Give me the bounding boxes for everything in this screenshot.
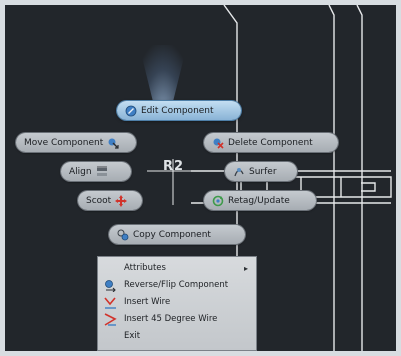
menu-item-label: Insert Wire (124, 297, 171, 307)
menu-item-attributes[interactable]: Attributes ▸ (98, 260, 256, 277)
menu-item-exit[interactable]: Exit (98, 328, 256, 345)
copy-component-button[interactable]: Copy Component (109, 225, 245, 244)
delete-component-label: Delete Component (228, 137, 313, 148)
menu-item-insert-wire[interactable]: Insert Wire (98, 294, 256, 311)
context-menu: Attributes ▸ Reverse/Flip Component Inse… (97, 256, 257, 351)
edit-component-label: Edit Component (141, 105, 214, 116)
retag-update-label: Retag/Update (228, 195, 290, 206)
move-component-icon (107, 137, 119, 149)
surfer-label: Surfer (249, 166, 277, 177)
menu-item-reverse-flip[interactable]: Reverse/Flip Component (98, 277, 256, 294)
align-icon (96, 166, 108, 178)
edit-component-button[interactable]: Edit Component (117, 101, 241, 120)
edit-component-icon (125, 105, 137, 117)
align-button[interactable]: Align (61, 162, 131, 181)
delete-component-icon (212, 137, 224, 149)
delete-component-button[interactable]: Delete Component (204, 133, 338, 152)
window-frame: R2 Edit Component Move Component Delete … (0, 0, 401, 356)
retag-update-icon (212, 195, 224, 207)
scoot-button[interactable]: Scoot (78, 191, 142, 210)
retag-update-button[interactable]: Retag/Update (204, 191, 316, 210)
align-label: Align (69, 166, 92, 177)
copy-component-label: Copy Component (133, 229, 211, 240)
menu-item-label: Insert 45 Degree Wire (124, 314, 218, 324)
menu-item-label: Attributes (124, 263, 166, 273)
insert-wire-icon (104, 296, 117, 309)
menu-item-label: Reverse/Flip Component (124, 280, 229, 290)
scoot-label: Scoot (86, 195, 112, 206)
move-component-label: Move Component (24, 137, 104, 148)
surfer-icon (233, 166, 245, 178)
menu-item-insert-45-wire[interactable]: Insert 45 Degree Wire (98, 311, 256, 328)
surfer-button[interactable]: Surfer (225, 162, 297, 181)
menu-item-label: Exit (124, 331, 141, 341)
scoot-arrows-icon (115, 194, 128, 207)
submenu-arrow-icon: ▸ (243, 264, 248, 273)
reference-designator: R2 (163, 159, 185, 174)
reverse-flip-icon (104, 279, 117, 293)
move-component-button[interactable]: Move Component (16, 133, 136, 152)
insert-45-wire-icon (104, 313, 117, 326)
schematic-canvas[interactable]: R2 Edit Component Move Component Delete … (5, 5, 396, 351)
copy-component-icon (117, 229, 129, 241)
